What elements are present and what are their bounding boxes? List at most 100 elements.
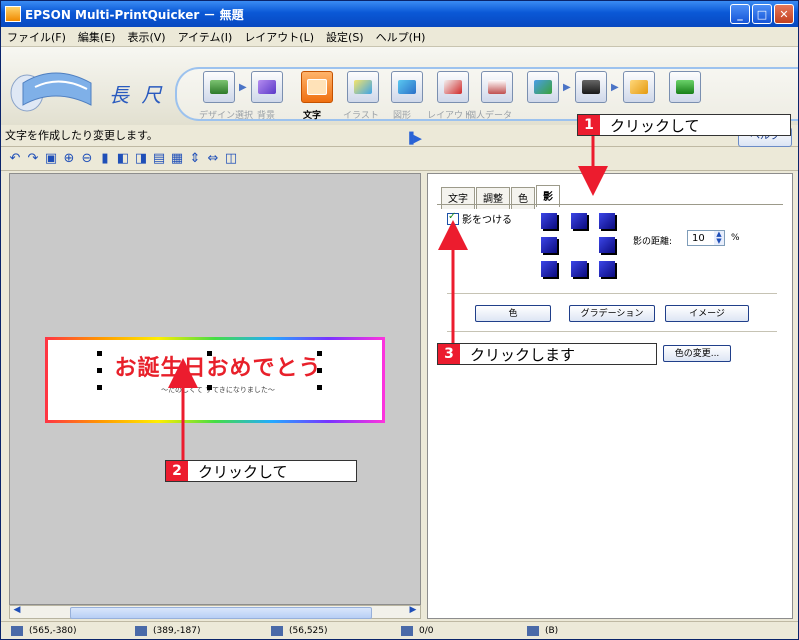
tool-exit[interactable] bbox=[669, 71, 701, 103]
shadow-distance-stepper[interactable]: 10 ▲ ▼ bbox=[687, 230, 725, 246]
send-back-icon[interactable]: ◨ bbox=[133, 151, 149, 167]
shadow-image-button[interactable]: イメージ bbox=[665, 305, 749, 322]
bring-front-icon[interactable]: ◧ bbox=[115, 151, 131, 167]
panel-divider bbox=[447, 331, 777, 332]
resize-handle[interactable] bbox=[317, 385, 322, 390]
next-step-icon[interactable]: ▐▶ bbox=[405, 128, 422, 150]
shadow-direction-up[interactable] bbox=[571, 213, 587, 229]
callout-number: 1 bbox=[578, 115, 600, 135]
tool-layout[interactable] bbox=[437, 71, 469, 103]
menu-bar: ファイル(F) 編集(E) 表示(V) アイテム(I) レイアウト(L) 設定(… bbox=[1, 27, 798, 47]
tool-shape[interactable] bbox=[391, 71, 423, 103]
resize-handle[interactable] bbox=[207, 351, 212, 356]
undo-icon[interactable]: ↶ bbox=[7, 151, 23, 167]
redo-icon[interactable]: ↷ bbox=[25, 151, 41, 167]
shadow-distance-value: 10 bbox=[692, 233, 705, 244]
scroll-left-icon[interactable]: ◀ bbox=[10, 605, 24, 617]
resize-handle[interactable] bbox=[317, 351, 322, 356]
tool-label-text: 文字 bbox=[303, 111, 322, 121]
center-icon[interactable]: ⇔ bbox=[205, 151, 221, 167]
menu-layout[interactable]: レイアウト(L) bbox=[244, 29, 314, 45]
status-value: (B) bbox=[545, 626, 559, 636]
menu-settings[interactable]: 設定(S) bbox=[326, 29, 364, 45]
ungroup-icon[interactable]: ▦ bbox=[169, 151, 185, 167]
tool-save[interactable] bbox=[623, 71, 655, 103]
shadow-direction-upper-left[interactable] bbox=[541, 213, 557, 229]
status-rotation: 0/0 bbox=[401, 626, 433, 636]
delete-icon[interactable]: ▮ bbox=[97, 151, 113, 167]
resize-handle[interactable] bbox=[97, 351, 102, 356]
minimize-button[interactable]: _ bbox=[730, 4, 750, 24]
change-color-button[interactable]: 色の変更... bbox=[663, 345, 731, 362]
close-button[interactable]: ✕ bbox=[774, 4, 794, 24]
callout-text: クリックして bbox=[610, 116, 700, 135]
flow-arrow-icon: ▶ bbox=[239, 82, 247, 93]
resize-handle[interactable] bbox=[97, 385, 102, 390]
align-icon[interactable]: ⇕ bbox=[187, 151, 203, 167]
shadow-distance-unit: % bbox=[731, 233, 740, 243]
status-mode: (B) bbox=[527, 626, 558, 636]
mode-icon bbox=[527, 626, 539, 636]
tool-text[interactable] bbox=[301, 71, 333, 103]
shadow-direction-lower-left[interactable] bbox=[541, 261, 557, 277]
tool-output-layout[interactable] bbox=[527, 71, 559, 103]
rotate-icon bbox=[401, 626, 413, 636]
zoom-in-icon[interactable]: ⊕ bbox=[61, 151, 77, 167]
app-logo-text: 長 尺 bbox=[109, 83, 165, 107]
shadow-distance-label: 影の距離: bbox=[633, 237, 673, 247]
size-icon bbox=[271, 626, 283, 636]
tool-design-select[interactable] bbox=[203, 71, 235, 103]
callout-step-1: 1 クリックして bbox=[577, 114, 791, 136]
horizontal-scrollbar[interactable]: ◀ ▶ bbox=[9, 605, 421, 619]
callout-step-3: 3 クリックします bbox=[437, 343, 657, 365]
app-logo-icon bbox=[10, 72, 92, 112]
menu-item[interactable]: アイテム(I) bbox=[178, 29, 233, 45]
fit-icon[interactable]: ▣ bbox=[43, 151, 59, 167]
shadow-direction-right[interactable] bbox=[599, 237, 615, 253]
scroll-right-icon[interactable]: ▶ bbox=[406, 605, 420, 617]
tool-print[interactable] bbox=[575, 71, 607, 103]
spin-arrows-icon[interactable]: ▲ ▼ bbox=[714, 231, 724, 245]
callout-step-2: 2 クリックして bbox=[165, 460, 357, 482]
resize-handle[interactable] bbox=[97, 368, 102, 373]
hint-text: 文字を作成したり変更します。 bbox=[5, 129, 158, 142]
shadow-direction-left[interactable] bbox=[541, 237, 557, 253]
flow-arrow-icon: ▶ bbox=[611, 82, 619, 93]
tool-label-shape: 図形 bbox=[393, 111, 412, 121]
cursor-icon bbox=[11, 626, 23, 636]
callout-text: クリックします bbox=[470, 345, 576, 364]
status-value: (56,525) bbox=[289, 626, 328, 636]
resize-handle[interactable] bbox=[317, 368, 322, 373]
resize-handle[interactable] bbox=[207, 385, 212, 390]
status-object-size: (56,525) bbox=[271, 626, 328, 636]
tool-personal-data[interactable] bbox=[481, 71, 513, 103]
shadow-direction-lower-right[interactable] bbox=[599, 261, 615, 277]
tool-background[interactable] bbox=[251, 71, 283, 103]
shadow-direction-upper-right[interactable] bbox=[599, 213, 615, 229]
status-value: 0/0 bbox=[419, 626, 434, 636]
menu-view[interactable]: 表示(V) bbox=[127, 29, 165, 45]
zoom-out-icon[interactable]: ⊖ bbox=[79, 151, 95, 167]
flow-arrow-icon: ▶ bbox=[563, 82, 571, 93]
window-title: EPSON Multi-PrintQuicker － 無題 bbox=[25, 7, 244, 22]
shadow-checkbox[interactable]: 影をつける bbox=[447, 211, 512, 226]
shadow-checkbox-label: 影をつける bbox=[462, 215, 512, 226]
shadow-gradation-button[interactable]: グラデーション bbox=[569, 305, 655, 322]
tool-label-personal-data: 個人データ bbox=[467, 111, 513, 121]
shadow-direction-down[interactable] bbox=[571, 261, 587, 277]
checkbox-icon[interactable] bbox=[447, 211, 459, 225]
menu-edit[interactable]: 編集(E) bbox=[78, 29, 116, 45]
window-controls: _ □ ✕ bbox=[730, 4, 794, 24]
lock-icon[interactable]: ◫ bbox=[223, 151, 239, 167]
selection-box bbox=[97, 351, 323, 391]
maximize-button[interactable]: □ bbox=[752, 4, 772, 24]
menu-help[interactable]: ヘルプ(H) bbox=[376, 29, 426, 45]
title-bar: EPSON Multi-PrintQuicker － 無題 _ □ ✕ bbox=[1, 1, 798, 27]
shadow-color-button[interactable]: 色 bbox=[475, 305, 551, 322]
group-icon[interactable]: ▤ bbox=[151, 151, 167, 167]
edit-toolbar: ↶ ↷ ▣ ⊕ ⊖ ▮ ◧ ◨ ▤ ▦ ⇕ ⇔ ◫ bbox=[1, 148, 798, 171]
tool-illustration[interactable] bbox=[347, 71, 379, 103]
menu-file[interactable]: ファイル(F) bbox=[7, 29, 66, 45]
scroll-thumb[interactable] bbox=[70, 607, 372, 619]
callout-text: クリックして bbox=[198, 462, 288, 481]
